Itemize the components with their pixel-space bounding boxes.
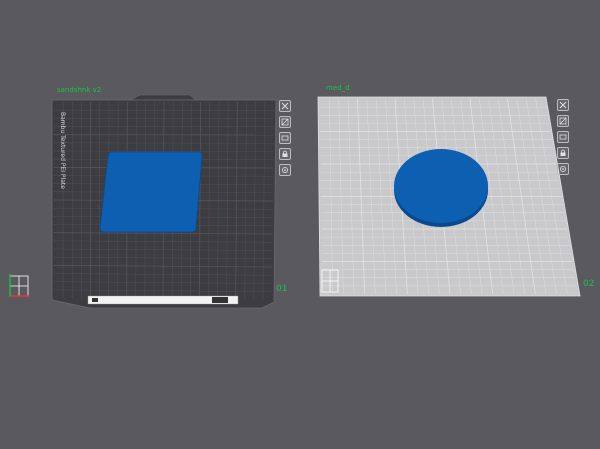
- plate-2-name-label[interactable]: med_d: [326, 84, 350, 92]
- plate-1-arrange-button[interactable]: [279, 116, 291, 128]
- auto-arrange-icon: [281, 118, 289, 126]
- plate-1-toolbar: [279, 100, 293, 176]
- lock-icon: [282, 150, 288, 157]
- 3d-viewport[interactable]: sandshnk v2 med_d Bambu Textured PEI Pla…: [0, 0, 600, 449]
- plate-2-lock-button[interactable]: [557, 147, 569, 159]
- plate-2-arrange-button[interactable]: [557, 115, 569, 127]
- plate-2-object[interactable]: [394, 149, 488, 223]
- plate-1-lock-button[interactable]: [279, 148, 291, 160]
- plate-2-settings-button[interactable]: [557, 163, 569, 175]
- lock-icon: [560, 149, 566, 156]
- plate-1-settings-button[interactable]: [279, 164, 291, 176]
- plate-1-close-button[interactable]: [279, 100, 291, 112]
- settings-icon: [560, 166, 566, 172]
- plate-2-orient-button[interactable]: [557, 131, 569, 143]
- plate-1-name-label[interactable]: sandshnk v2: [57, 86, 101, 94]
- plate-2-toolbar: [557, 99, 571, 175]
- auto-arrange-icon: [559, 117, 567, 125]
- close-icon: [281, 102, 289, 110]
- plate-2-number: 02: [583, 279, 595, 289]
- plate-1-orient-button[interactable]: [279, 132, 291, 144]
- plate-2-close-button[interactable]: [557, 99, 569, 111]
- plate-1-number: 01: [276, 284, 288, 294]
- orient-icon: [281, 135, 289, 141]
- plate-1-brand-text: Bambu Textured PEI Plate: [59, 112, 66, 189]
- close-icon: [559, 101, 567, 109]
- orient-icon: [559, 134, 567, 140]
- settings-icon: [282, 167, 288, 173]
- plate-2[interactable]: [0, 0, 600, 449]
